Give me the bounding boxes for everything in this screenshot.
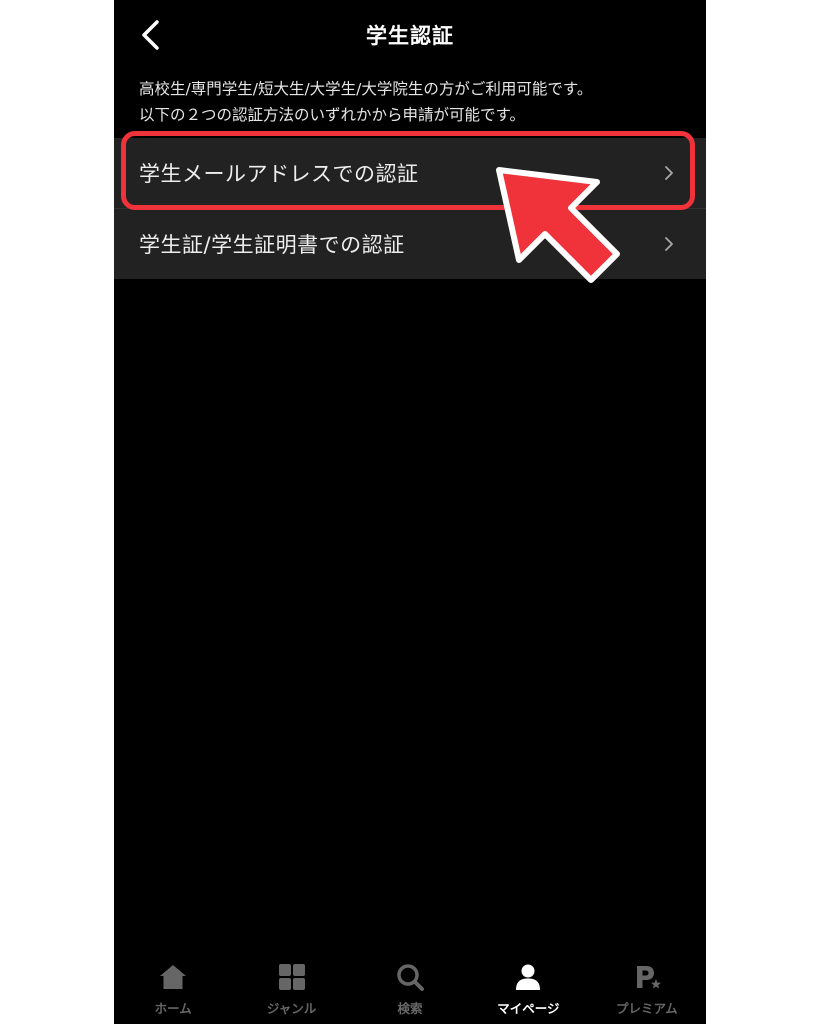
search-icon [393,960,427,994]
description-line-1: 高校生/専門学生/短大生/大学生/大学院生の方がご利用可能です。 [139,80,593,98]
tab-genre[interactable]: ジャンル [232,950,350,1024]
tab-label: プレミアム [616,1001,678,1016]
menu-item-label: 学生メールアドレスでの認証 [139,162,419,186]
menu-item-student-id-verification[interactable]: 学生証/学生証明書での認証 [114,208,706,279]
tab-label: ホーム [154,1001,192,1016]
verification-menu: 学生メールアドレスでの認証 学生証/学生証明書での認証 [114,138,706,279]
page-title: 学生認証 [366,24,454,48]
tab-label: ジャンル [266,1001,317,1016]
tab-label: 検索 [397,1001,423,1016]
description-line-2: 以下の２つの認証方法のいずれかから申請が可能です。 [139,106,525,124]
bottom-tab-bar: ホーム ジャンル 検索 マイページ プレミアム [114,950,706,1024]
header: 学生認証 [114,0,706,70]
tab-label: マイページ [497,1001,560,1016]
tab-premium[interactable]: プレミアム [588,950,706,1024]
tab-mypage[interactable]: マイページ [469,950,587,1024]
description: 高校生/専門学生/短大生/大学生/大学院生の方がご利用可能です。 以下の２つの認… [139,76,699,128]
person-icon [511,960,545,994]
menu-item-label: 学生証/学生証明書での認証 [139,233,405,257]
menu-item-email-verification[interactable]: 学生メールアドレスでの認証 [114,138,706,208]
tab-search[interactable]: 検索 [351,950,469,1024]
phone-screen: 学生認証 高校生/専門学生/短大生/大学生/大学院生の方がご利用可能です。 以下… [114,0,706,1024]
chevron-right-icon [665,166,673,180]
chevron-right-icon [665,237,673,251]
premium-p-star-icon [630,960,664,994]
home-icon [156,960,190,994]
grid-icon [275,960,309,994]
tab-home[interactable]: ホーム [114,950,232,1024]
